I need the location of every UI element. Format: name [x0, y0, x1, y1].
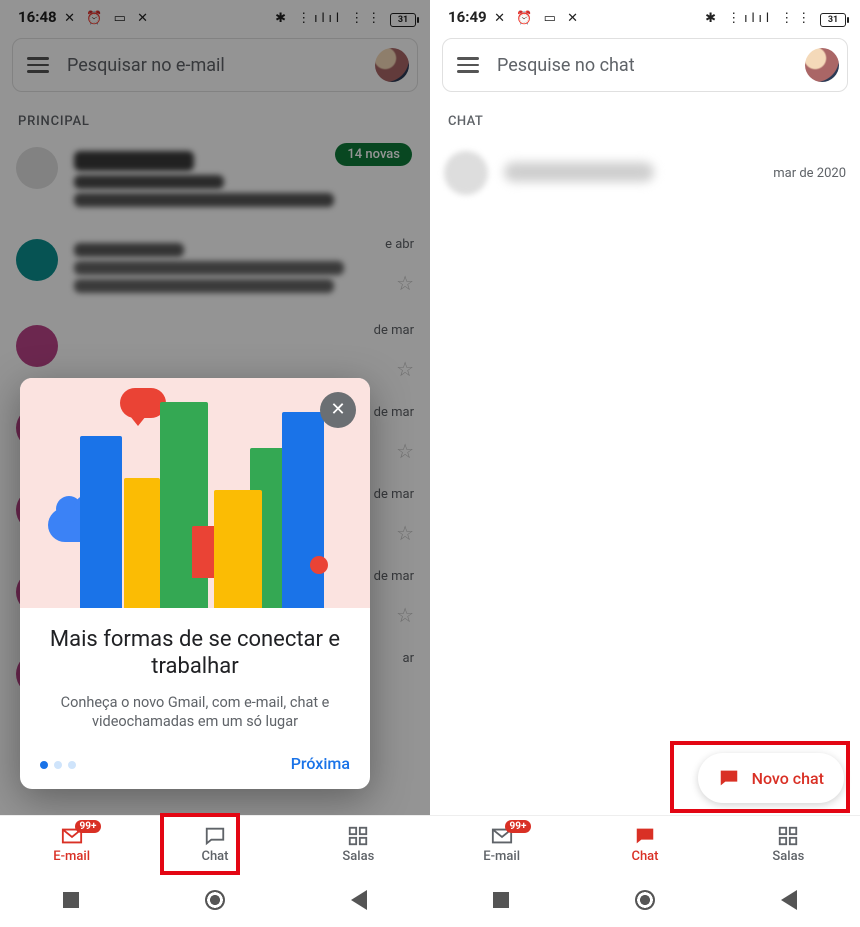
status-net-icons: ✱ ⋮ılıl ⋮⋮: [705, 11, 814, 26]
avatar[interactable]: [805, 48, 839, 82]
android-nav: [0, 873, 430, 927]
tab-email[interactable]: 99+ E-mail: [430, 816, 573, 873]
onboarding-popup: ★ ✕ Mais formas de se conectar e trabalh…: [20, 378, 370, 789]
chat-date: mar de 2020: [773, 166, 846, 181]
section-label: CHAT: [430, 92, 860, 137]
bottom-tab-bar: 99+ E-mail Chat Salas: [430, 815, 860, 873]
status-sys-icons: ✕ ⏰ ▭ ✕: [494, 11, 582, 26]
home-icon[interactable]: [635, 890, 655, 910]
popup-hero: ★: [20, 378, 370, 608]
search-placeholder: Pesquise no chat: [497, 55, 805, 76]
tab-label: Chat: [631, 849, 658, 864]
battery-icon: 31: [818, 13, 846, 27]
hamburger-icon[interactable]: [457, 53, 479, 76]
page-dots: [40, 754, 82, 773]
fab-label: Novo chat: [752, 769, 824, 788]
email-count-badge: 99+: [75, 820, 102, 833]
bottom-tab-bar: 99+ E-mail Chat Salas: [0, 815, 430, 873]
next-button[interactable]: Próxima: [291, 754, 350, 773]
tab-label: E-mail: [483, 849, 520, 864]
close-icon[interactable]: ✕: [320, 392, 356, 428]
home-icon[interactable]: [205, 890, 225, 910]
chat-avatar: [444, 151, 488, 195]
popup-body: Conheça o novo Gmail, com e-mail, chat e…: [34, 693, 356, 732]
status-time: 16:49: [448, 8, 487, 26]
tab-email[interactable]: 99+ E-mail: [0, 816, 143, 873]
chat-icon: [634, 825, 656, 847]
tab-label: Chat: [201, 849, 228, 864]
tab-chat[interactable]: Chat: [143, 816, 286, 873]
back-icon[interactable]: [781, 890, 797, 910]
tab-salas[interactable]: Salas: [717, 816, 860, 873]
android-nav: [430, 873, 860, 927]
tab-salas[interactable]: Salas: [287, 816, 430, 873]
search-bar[interactable]: Pesquise no chat: [442, 38, 848, 92]
recents-icon[interactable]: [63, 892, 79, 908]
rooms-icon: [777, 825, 799, 847]
tab-label: Salas: [772, 849, 804, 864]
back-icon[interactable]: [351, 890, 367, 910]
recents-icon[interactable]: [493, 892, 509, 908]
chat-row[interactable]: mar de 2020: [430, 137, 860, 209]
chat-icon: [204, 825, 226, 847]
new-chat-fab[interactable]: Novo chat: [698, 753, 844, 803]
tab-chat[interactable]: Chat: [573, 816, 716, 873]
popup-title: Mais formas de se conectar e trabalhar: [34, 626, 356, 681]
chat-icon: [718, 767, 740, 789]
rooms-icon: [347, 825, 369, 847]
chat-name: [504, 162, 773, 184]
tab-label: E-mail: [53, 849, 90, 864]
email-count-badge: 99+: [505, 820, 532, 833]
status-bar: 16:49 ✕ ⏰ ▭ ✕ ✱ ⋮ılıl ⋮⋮ 31: [430, 0, 860, 34]
tab-label: Salas: [342, 849, 374, 864]
